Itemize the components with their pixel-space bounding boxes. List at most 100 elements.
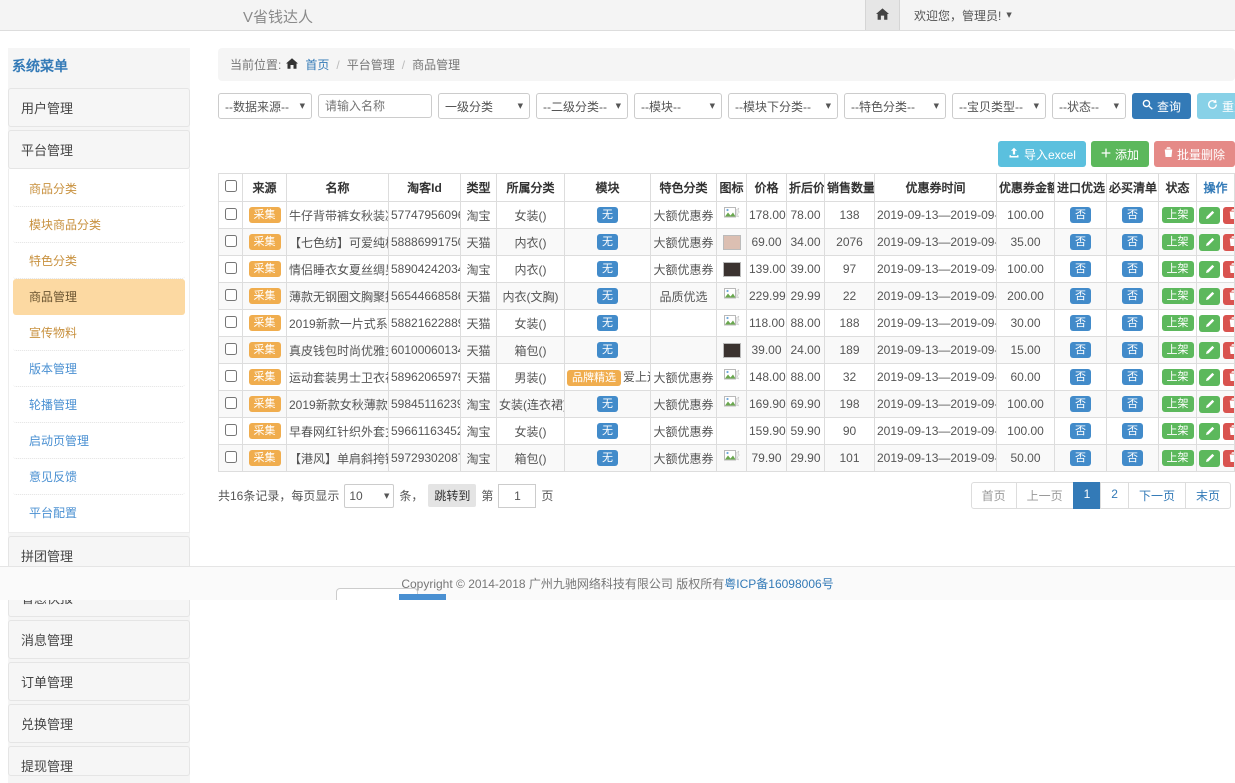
delete-button[interactable] — [1223, 261, 1235, 278]
must-buy-toggle[interactable]: 否 — [1122, 396, 1143, 412]
jump-button[interactable]: 跳转到 — [428, 484, 476, 507]
sidebar-item-6[interactable]: 轮播管理 — [13, 387, 185, 423]
delete-button[interactable] — [1223, 396, 1235, 413]
page-button-下一页[interactable]: 下一页 — [1128, 482, 1186, 509]
filter-item-type[interactable]: --宝贝类型--▼ — [952, 93, 1046, 119]
must-buy-toggle[interactable]: 否 — [1122, 234, 1143, 250]
edit-button[interactable] — [1199, 315, 1220, 332]
import-optional-toggle[interactable]: 否 — [1070, 315, 1091, 331]
sidebar-group-4[interactable]: 消息管理 — [8, 620, 190, 659]
sidebar-item-8[interactable]: 意见反馈 — [13, 459, 185, 495]
search-button[interactable]: 查询 — [1132, 93, 1191, 119]
delete-button[interactable] — [1223, 423, 1235, 440]
must-buy-toggle[interactable]: 否 — [1122, 261, 1143, 277]
delete-button[interactable] — [1223, 369, 1235, 386]
filter-module[interactable]: --模块--▼ — [634, 93, 722, 119]
breadcrumb-home-link[interactable]: 首页 — [305, 56, 329, 73]
status-badge[interactable]: 上架 — [1162, 369, 1194, 385]
page-button-首页[interactable]: 首页 — [971, 482, 1017, 509]
status-badge[interactable]: 上架 — [1162, 450, 1194, 466]
edit-button[interactable] — [1199, 207, 1220, 224]
page-button-2[interactable]: 2 — [1100, 482, 1129, 509]
delete-button[interactable] — [1223, 342, 1235, 359]
filter-level2-category[interactable]: --二级分类--▼ — [536, 93, 628, 119]
sidebar-item-1[interactable]: 模块商品分类 — [13, 207, 185, 243]
filter-level1-category[interactable]: 一级分类▼ — [438, 93, 530, 119]
import-optional-toggle[interactable]: 否 — [1070, 396, 1091, 412]
filter-data-source[interactable]: --数据来源--▼ — [218, 93, 312, 119]
sidebar-group-1[interactable]: 平台管理 — [8, 130, 190, 169]
filter-feature-category[interactable]: --特色分类--▼ — [844, 93, 946, 119]
status-badge[interactable]: 上架 — [1162, 207, 1194, 223]
row-checkbox[interactable] — [225, 208, 237, 220]
sidebar-group-5[interactable]: 订单管理 — [8, 662, 190, 701]
must-buy-toggle[interactable]: 否 — [1122, 207, 1143, 223]
import-optional-toggle[interactable]: 否 — [1070, 261, 1091, 277]
must-buy-toggle[interactable]: 否 — [1122, 423, 1143, 439]
edit-button[interactable] — [1199, 288, 1220, 305]
import-excel-button[interactable]: 导入excel — [998, 141, 1086, 167]
status-badge[interactable]: 上架 — [1162, 315, 1194, 331]
row-checkbox[interactable] — [225, 235, 237, 247]
edit-button[interactable] — [1199, 450, 1220, 467]
page-button-1[interactable]: 1 — [1073, 482, 1102, 509]
edit-button[interactable] — [1199, 234, 1220, 251]
import-optional-toggle[interactable]: 否 — [1070, 369, 1091, 385]
filter-status[interactable]: --状态--▼ — [1052, 93, 1126, 119]
row-checkbox[interactable] — [225, 262, 237, 274]
sidebar-item-7[interactable]: 启动页管理 — [13, 423, 185, 459]
sidebar-group-6[interactable]: 兑换管理 — [8, 704, 190, 743]
edit-button[interactable] — [1199, 261, 1220, 278]
reset-button[interactable]: 重置 — [1197, 93, 1235, 119]
must-buy-toggle[interactable]: 否 — [1122, 342, 1143, 358]
delete-button[interactable] — [1223, 288, 1235, 305]
jump-page-input[interactable] — [498, 484, 536, 508]
delete-button[interactable] — [1223, 315, 1235, 332]
batch-delete-button[interactable]: 批量删除 — [1154, 141, 1235, 167]
name-search-input[interactable] — [318, 94, 432, 118]
sidebar-item-5[interactable]: 版本管理 — [13, 351, 185, 387]
row-checkbox[interactable] — [225, 316, 237, 328]
sidebar-item-9[interactable]: 平台配置 — [13, 495, 185, 530]
row-checkbox[interactable] — [225, 343, 237, 355]
select-all-checkbox[interactable] — [225, 180, 237, 192]
home-button[interactable] — [865, 0, 900, 30]
row-checkbox[interactable] — [225, 289, 237, 301]
row-checkbox[interactable] — [225, 451, 237, 463]
edit-button[interactable] — [1199, 369, 1220, 386]
import-optional-toggle[interactable]: 否 — [1070, 288, 1091, 304]
sidebar-item-4[interactable]: 宣传物料 — [13, 315, 185, 351]
status-badge[interactable]: 上架 — [1162, 423, 1194, 439]
import-optional-toggle[interactable]: 否 — [1070, 342, 1091, 358]
sidebar-item-3[interactable]: 商品管理 — [13, 279, 185, 315]
page-button-末页[interactable]: 末页 — [1185, 482, 1231, 509]
edit-button[interactable] — [1199, 396, 1220, 413]
user-menu[interactable]: 欢迎您，管理员! ▼ — [914, 7, 1012, 24]
status-badge[interactable]: 上架 — [1162, 234, 1194, 250]
import-optional-toggle[interactable]: 否 — [1070, 423, 1091, 439]
import-optional-toggle[interactable]: 否 — [1070, 207, 1091, 223]
sidebar-item-2[interactable]: 特色分类 — [13, 243, 185, 279]
status-badge[interactable]: 上架 — [1162, 261, 1194, 277]
delete-button[interactable] — [1223, 450, 1235, 467]
import-optional-toggle[interactable]: 否 — [1070, 450, 1091, 466]
sidebar-group-0[interactable]: 用户管理 — [8, 88, 190, 127]
delete-button[interactable] — [1223, 207, 1235, 224]
filter-module-subcategory[interactable]: --模块下分类--▼ — [728, 93, 838, 119]
sidebar-item-0[interactable]: 商品分类 — [13, 171, 185, 207]
status-badge[interactable]: 上架 — [1162, 342, 1194, 358]
must-buy-toggle[interactable]: 否 — [1122, 369, 1143, 385]
import-optional-toggle[interactable]: 否 — [1070, 234, 1091, 250]
delete-button[interactable] — [1223, 234, 1235, 251]
row-checkbox[interactable] — [225, 424, 237, 436]
page-button-上一页[interactable]: 上一页 — [1016, 482, 1074, 509]
icp-link[interactable]: 粤ICP备16098006号 — [724, 575, 833, 592]
edit-button[interactable] — [1199, 423, 1220, 440]
row-checkbox[interactable] — [225, 370, 237, 382]
status-badge[interactable]: 上架 — [1162, 288, 1194, 304]
must-buy-toggle[interactable]: 否 — [1122, 288, 1143, 304]
edit-button[interactable] — [1199, 342, 1220, 359]
row-checkbox[interactable] — [225, 397, 237, 409]
per-page-select[interactable]: 10 ▼ — [344, 484, 394, 508]
status-badge[interactable]: 上架 — [1162, 396, 1194, 412]
